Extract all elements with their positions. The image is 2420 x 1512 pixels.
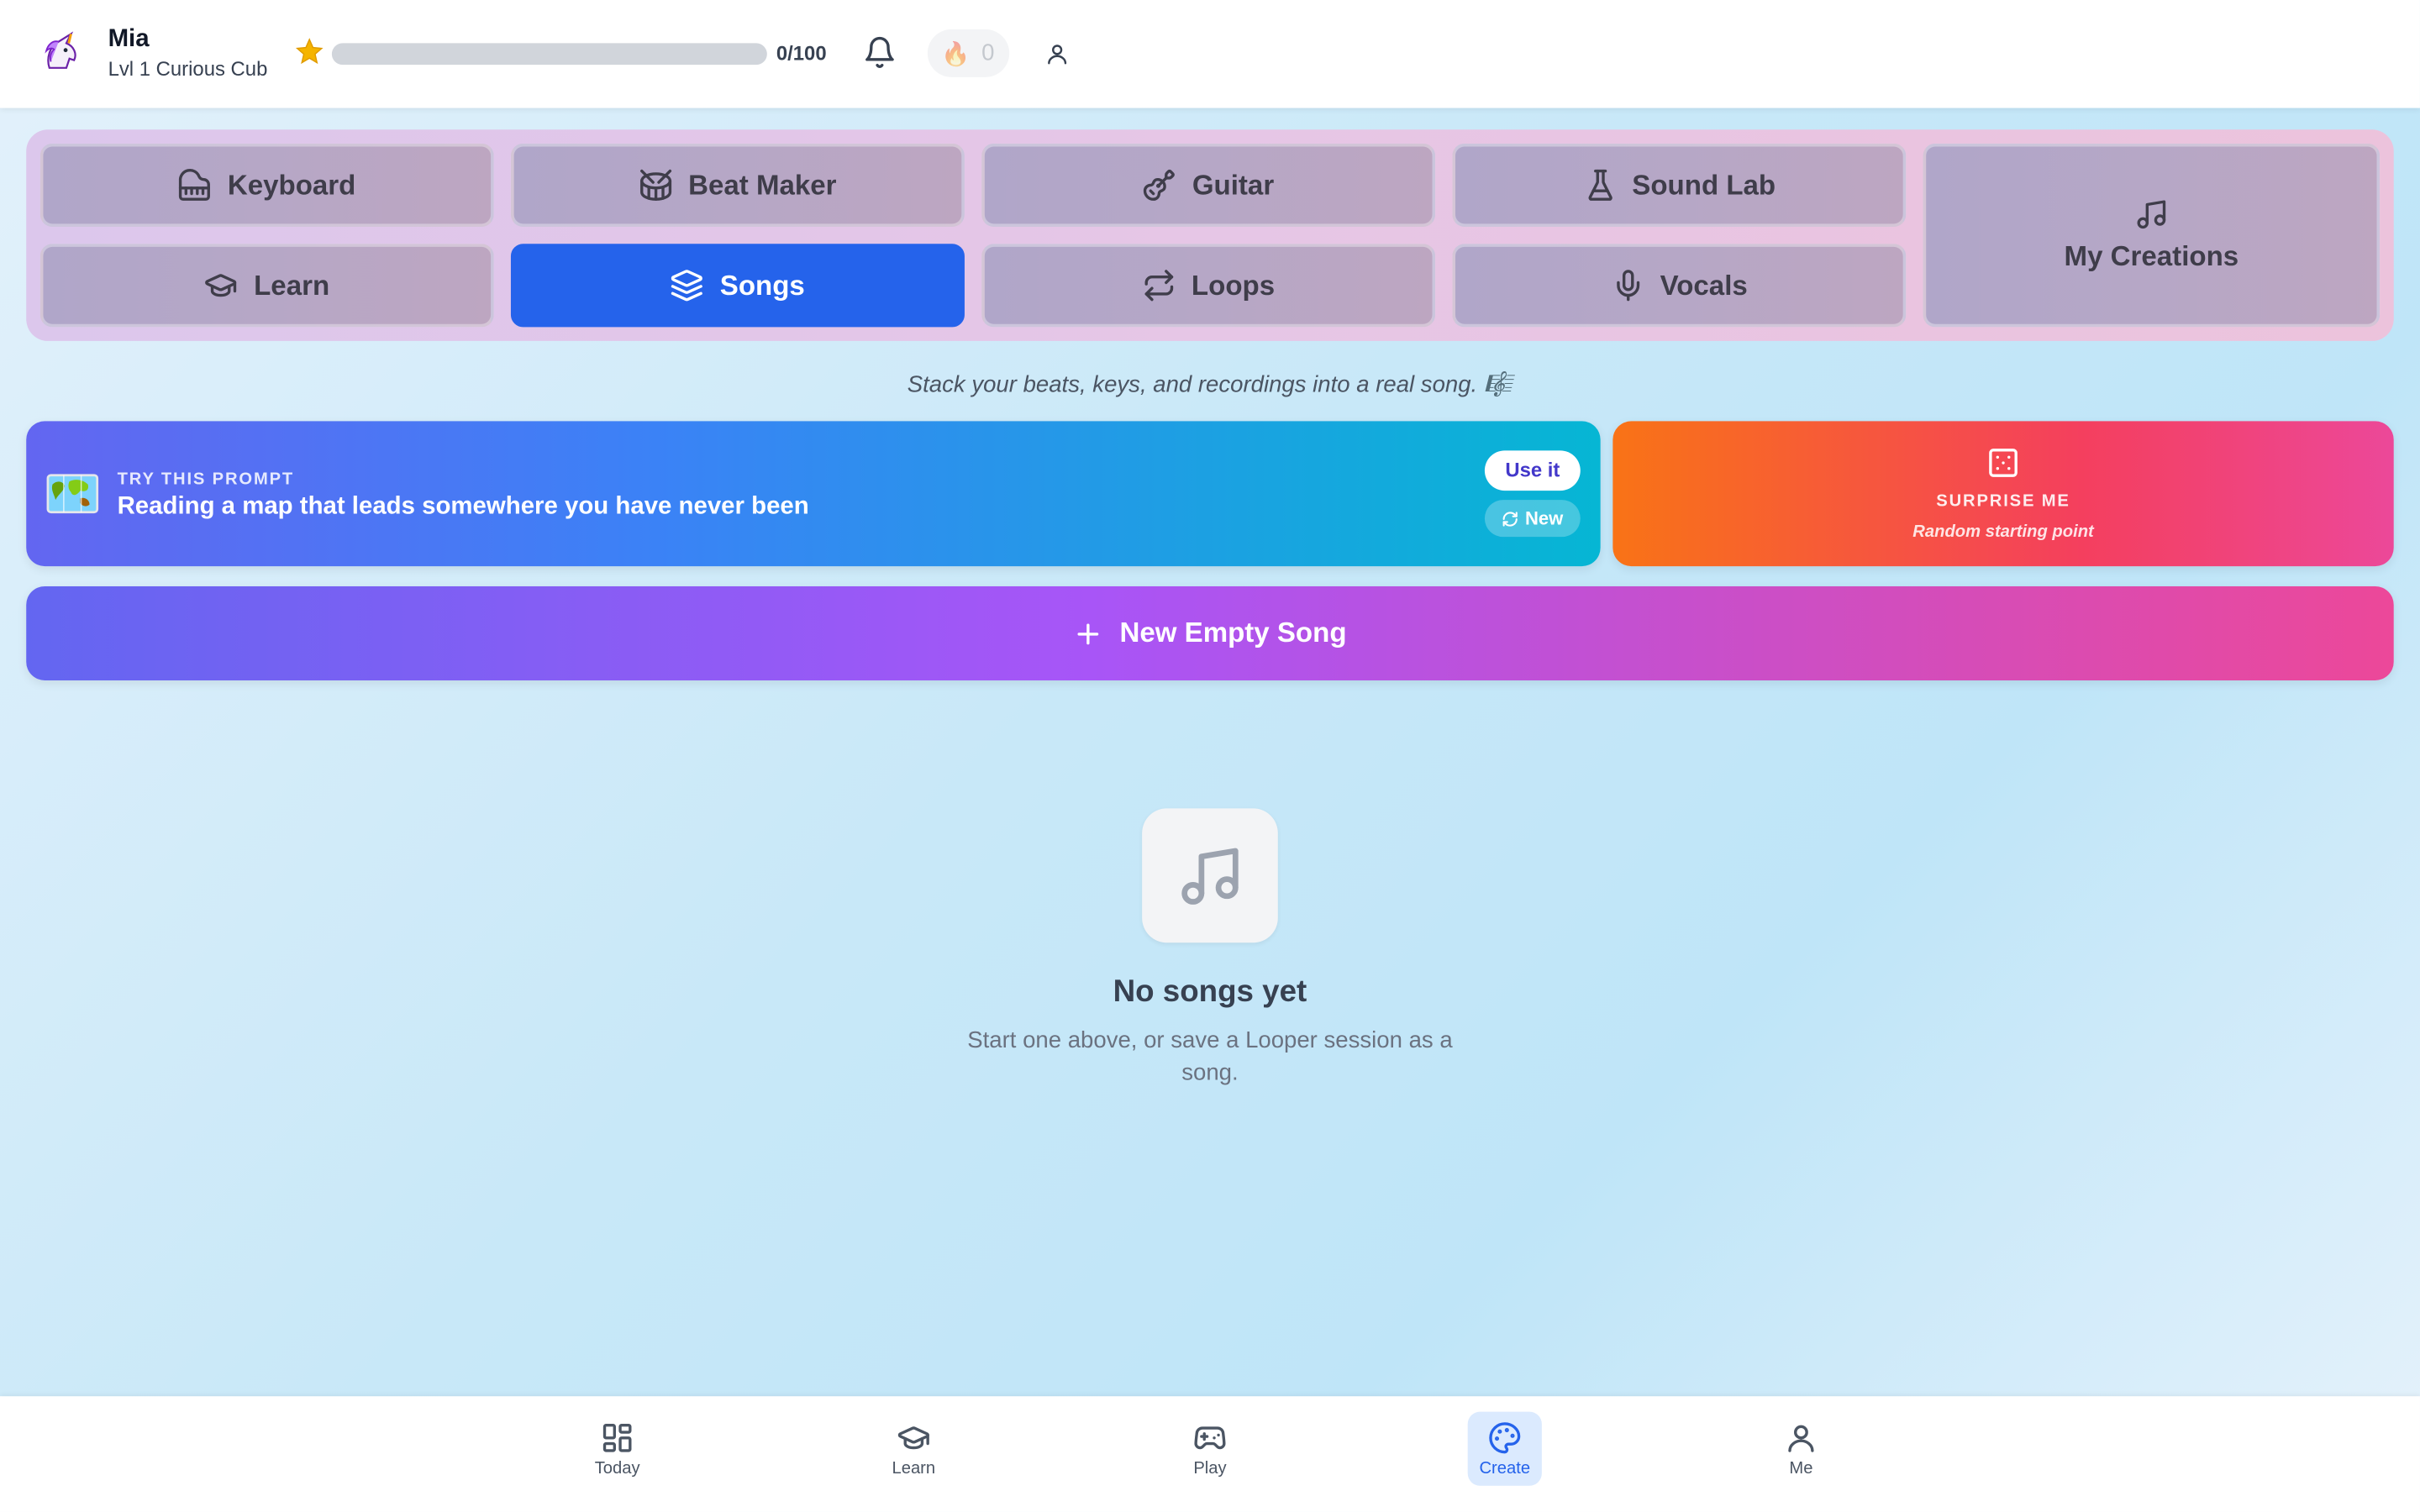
nav-today-label: Today (594, 1459, 640, 1478)
tool-beat-maker-button[interactable]: Beat Maker (510, 143, 965, 227)
tool-keyboard-label: Keyboard (227, 169, 356, 200)
nav-create-label: Create (1479, 1459, 1531, 1478)
repeat-icon (1144, 270, 1174, 302)
user-icon (1788, 1425, 1814, 1452)
tool-grid: Keyboard Beat Maker Guitar Sound Lab My … (26, 129, 2394, 341)
grid-icon (602, 1423, 632, 1452)
new-empty-song-label: New Empty Song (1119, 617, 1347, 648)
tool-vocals-label: Vocals (1660, 269, 1748, 301)
music-note-icon (2137, 200, 2166, 229)
graduation-cap-icon (206, 274, 238, 297)
tool-songs-button[interactable]: Songs (510, 244, 965, 328)
nav-me[interactable]: Me (1764, 1412, 1838, 1486)
empty-state-title: No songs yet (1113, 974, 1307, 1010)
tool-loops-button[interactable]: Loops (981, 244, 1436, 328)
tool-my-creations-button[interactable]: My Creations (1923, 143, 2381, 328)
plus-icon (1078, 622, 1100, 644)
nav-today[interactable]: Today (581, 1412, 655, 1486)
empty-state-description: Start one above, or save a Looper sessio… (967, 1027, 1453, 1087)
guitar-icon (1144, 169, 1176, 201)
tool-keyboard-button[interactable]: Keyboard (39, 143, 494, 227)
tool-sound-lab-button[interactable]: Sound Lab (1452, 143, 1907, 227)
tool-learn-button[interactable]: Learn (39, 244, 494, 328)
tool-learn-label: Learn (254, 269, 330, 301)
bell-icon[interactable] (863, 35, 897, 69)
xp-progress-text: 0/100 (776, 41, 827, 66)
new-prompt-label: New (1524, 507, 1564, 529)
nav-me-label: Me (1789, 1459, 1813, 1478)
app-root: Mia Lvl 1 Curious Cub 0/100 🔥 0 Keyboard… (0, 0, 2420, 1512)
star-icon (295, 38, 324, 65)
tool-guitar-label: Guitar (1192, 169, 1275, 200)
dice-icon (1989, 449, 2018, 477)
empty-state-icon-box (1142, 808, 1278, 943)
tool-sound-lab-label: Sound Lab (1632, 169, 1776, 200)
streak-count: 0 (981, 39, 995, 66)
nav-play-label: Play (1193, 1459, 1227, 1478)
user-level: Lvl 1 Curious Cub (108, 56, 268, 81)
new-prompt-button[interactable]: New (1484, 500, 1581, 538)
new-empty-song-button[interactable]: New Empty Song (26, 585, 2394, 680)
surprise-title: SURPRISE ME (1936, 491, 2070, 511)
graduation-cap-icon (897, 1426, 929, 1450)
xp-progress-bar (331, 43, 767, 66)
palette-icon (1489, 1422, 1521, 1454)
tool-beat-maker-label: Beat Maker (688, 169, 837, 200)
layers-icon (671, 270, 703, 302)
tool-guitar-button[interactable]: Guitar (981, 143, 1436, 227)
tool-my-creations-label: My Creations (2064, 240, 2239, 272)
tool-loops-label: Loops (1191, 269, 1276, 301)
unicorn-icon[interactable] (40, 31, 83, 74)
tool-songs-label: Songs (719, 269, 805, 301)
user-name: Mia (108, 26, 150, 53)
tool-vocals-button[interactable]: Vocals (1452, 244, 1907, 328)
profile-button[interactable] (1034, 31, 1081, 77)
surprise-subtitle: Random starting point (1912, 522, 2094, 542)
section-tagline: Stack your beats, keys, and recordings i… (907, 371, 1513, 398)
drum-icon (640, 169, 672, 201)
world-map-icon (46, 474, 99, 514)
prompt-text: Reading a map that leads somewhere you h… (117, 493, 809, 520)
nav-play[interactable]: Play (1173, 1412, 1247, 1486)
bottom-navigation: Today Learn Play Create Me (0, 1396, 2420, 1512)
surprise-me-button[interactable]: SURPRISE ME Random starting point (1612, 421, 2394, 567)
user-icon (1048, 45, 1067, 65)
use-prompt-button[interactable]: Use it (1484, 450, 1581, 491)
microphone-icon (1616, 270, 1639, 302)
piano-icon (179, 168, 211, 201)
flame-icon: 🔥 (941, 41, 971, 68)
nav-learn-label: Learn (892, 1459, 936, 1478)
gamepad-icon (1194, 1426, 1226, 1450)
nav-learn[interactable]: Learn (876, 1412, 950, 1486)
prompt-kicker: TRY THIS PROMPT (117, 470, 295, 490)
flask-icon (1587, 169, 1612, 201)
nav-create[interactable]: Create (1467, 1411, 1542, 1486)
music-note-icon (1181, 848, 1239, 905)
refresh-icon (1502, 511, 1518, 526)
streak-badge[interactable]: 🔥 0 (927, 29, 1010, 77)
top-header: Mia Lvl 1 Curious Cub 0/100 🔥 0 (0, 0, 2420, 108)
prompt-card: TRY THIS PROMPT Reading a map that leads… (26, 421, 1601, 567)
